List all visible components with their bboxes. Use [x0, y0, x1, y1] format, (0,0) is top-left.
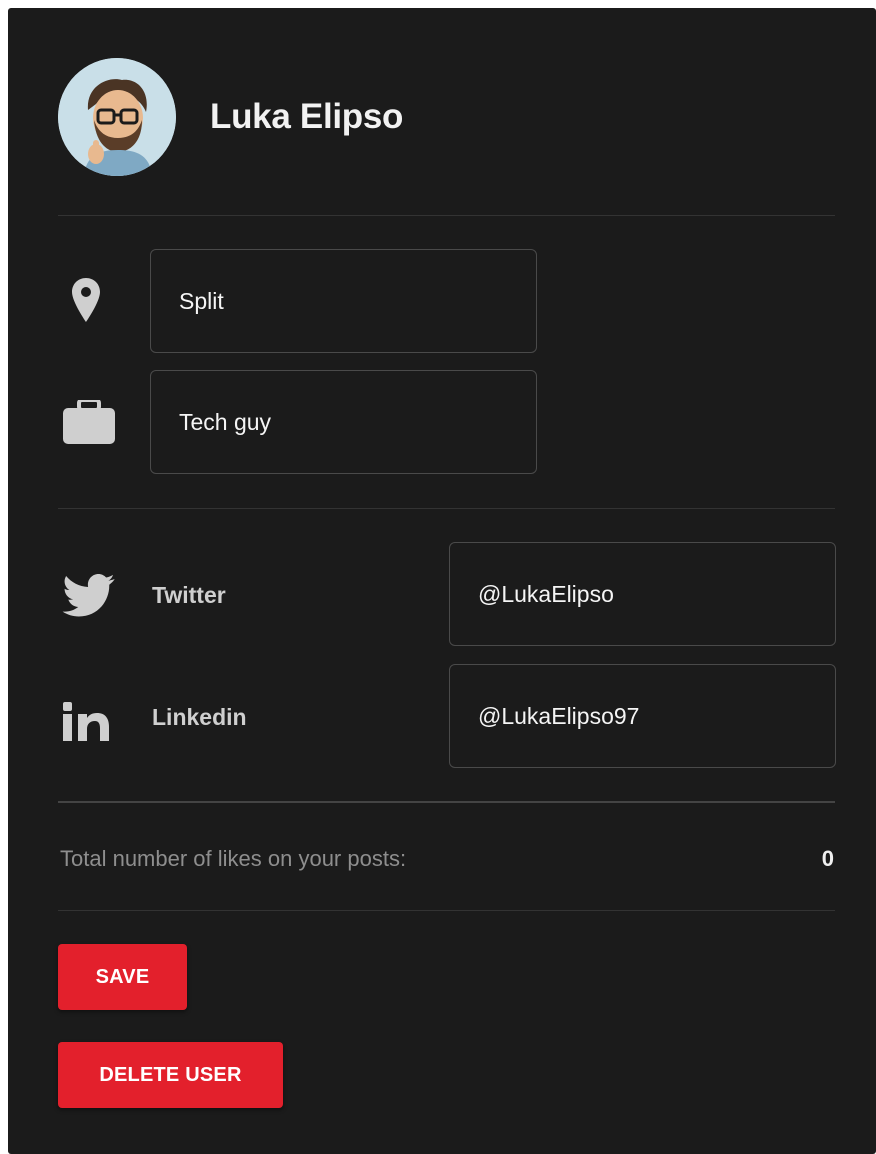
- likes-count: 0: [821, 846, 834, 871]
- location-pin-icon: [72, 276, 100, 324]
- linkedin-label: Linkedin: [152, 704, 247, 730]
- profile-card: Luka Elipso Twitter Linkedin Total: [8, 8, 876, 1154]
- linkedin-input[interactable]: [449, 664, 836, 768]
- save-button[interactable]: SAVE: [58, 944, 187, 1010]
- divider: [58, 508, 835, 509]
- linkedin-icon: [62, 695, 110, 741]
- likes-label: Total number of likes on your posts:: [60, 846, 407, 871]
- avatar: [58, 58, 176, 176]
- profile-name: Luka Elipso: [210, 97, 404, 136]
- occupation-input[interactable]: [150, 370, 537, 474]
- divider: [58, 910, 835, 911]
- divider: [58, 801, 835, 803]
- briefcase-icon: [63, 398, 115, 446]
- twitter-label: Twitter: [152, 582, 226, 608]
- profile-header: Luka Elipso: [58, 58, 403, 176]
- twitter-input[interactable]: [449, 542, 836, 646]
- avatar-icon: [58, 58, 176, 176]
- divider: [58, 215, 835, 216]
- delete-user-button[interactable]: DELETE USER: [58, 1042, 283, 1108]
- twitter-icon: [62, 574, 116, 618]
- location-input[interactable]: [150, 249, 537, 353]
